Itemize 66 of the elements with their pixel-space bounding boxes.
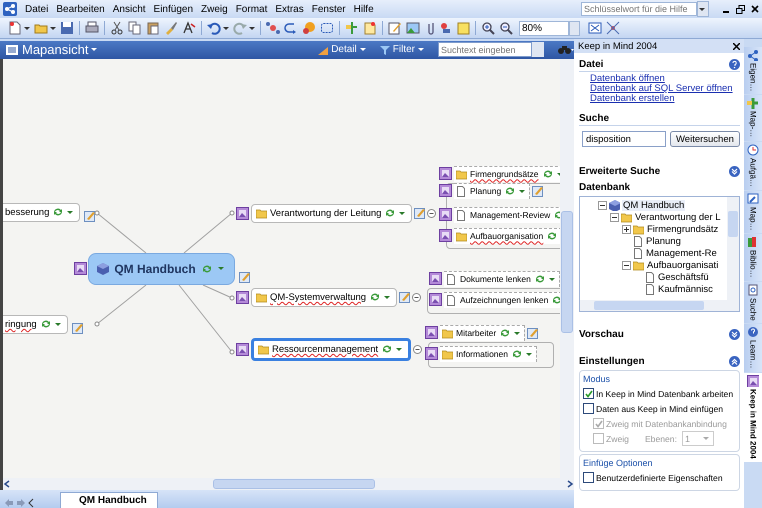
checkbox-label: Zweig mit Datenbankanbindung — [606, 418, 727, 428]
zoom-field[interactable]: 80% — [519, 20, 569, 36]
side-tab[interactable]: Aufgä… — [744, 142, 762, 190]
side-tab[interactable]: Keep in Mind 2004 — [744, 372, 762, 462]
topic-node[interactable]: Ressourcenmanagement — [251, 338, 412, 361]
checkbox-label: Zweig — [606, 434, 629, 444]
subtopic-node[interactable]: Aufzeichnungen lenken — [444, 292, 560, 308]
tree-item[interactable]: Kaufmännisc — [657, 284, 714, 294]
subtopic-node[interactable]: Dokumente lenken — [444, 270, 560, 287]
checkbox-label: In Keep in Mind Datenbank arbeiten — [596, 388, 734, 398]
subtopic-node[interactable]: Firmengrundsätze — [454, 166, 560, 182]
view-menu-button[interactable]: Mapansicht — [22, 42, 100, 58]
section-heading: Datei — [579, 59, 604, 70]
menu-item[interactable]: Bearbeiten — [52, 4, 109, 14]
side-tab[interactable]: Eigen… — [744, 47, 762, 94]
pane-title: Keep in Mind 2004 — [578, 40, 658, 52]
menu-item[interactable]: Format — [232, 4, 272, 14]
tree-item[interactable]: Firmengrundsätz — [646, 224, 720, 234]
link[interactable]: Datenbank erstellen — [590, 94, 674, 104]
menu-item[interactable]: Ansicht — [108, 4, 150, 14]
menu-item[interactable]: Fenster — [308, 4, 350, 14]
search-field[interactable]: Suchtext eingeben — [438, 42, 532, 58]
filter-button[interactable]: Filter — [380, 44, 426, 56]
tree-item[interactable]: Geschäftsfü — [657, 272, 710, 282]
menu-item[interactable]: Datei — [21, 4, 52, 14]
menu-item[interactable]: Zweig — [197, 4, 232, 14]
document-tab[interactable]: QM Handbuch — [60, 492, 158, 508]
tree-item[interactable]: Verantwortung der L — [634, 212, 722, 222]
menu-item[interactable]: Extras — [271, 4, 308, 14]
group-title: Modus — [583, 374, 612, 384]
tree-item[interactable]: Aufbauorganisati — [646, 260, 720, 270]
subtopic-node[interactable]: Management-Review — [454, 206, 560, 223]
section-heading: Suche — [579, 113, 610, 124]
search-button[interactable]: Weitersuchen — [670, 131, 740, 147]
side-tab[interactable]: Suche — [744, 282, 762, 324]
checkbox-label: Daten aus Keep in Mind einfügen — [596, 404, 724, 414]
checkbox-label: Benutzerdefinierte Eigenschaften — [596, 472, 723, 482]
side-tab[interactable]: Map… — [744, 190, 762, 234]
menu-item[interactable]: Einfügen — [150, 4, 198, 14]
subtopic-node[interactable]: Informationen — [440, 346, 537, 362]
group-title: Einfüge Optionen — [583, 458, 654, 468]
menu-item[interactable]: Hilfe — [350, 4, 378, 14]
topic-node[interactable]: QM-Systemverwaltung — [251, 288, 398, 307]
tree-item[interactable]: QM Handbuch — [622, 200, 686, 210]
search-field[interactable]: disposition — [582, 131, 666, 147]
side-tab[interactable]: Map-… — [744, 95, 762, 141]
link[interactable]: Datenbank öffnen — [590, 74, 665, 84]
subtopic-node[interactable]: Mitarbeiter — [440, 324, 526, 341]
tree-item[interactable]: Planung — [645, 236, 682, 246]
help-search-field[interactable]: Schlüsselwort für die Hilfe — [581, 2, 697, 16]
detail-button[interactable]: Detail — [318, 44, 368, 56]
subtopic-node[interactable]: Aufbauorganisation — [454, 228, 560, 244]
topic-node[interactable]: Verantwortung der Leitung — [251, 204, 412, 223]
section-heading: Einstellungen — [579, 356, 645, 367]
central-topic[interactable]: QM Handbuch — [88, 252, 235, 285]
tree-item[interactable]: Management-Re — [645, 248, 718, 258]
subtopic-node[interactable]: Planung — [454, 182, 530, 199]
link[interactable]: Datenbank auf SQL Server öffnen — [590, 84, 733, 94]
topic-node[interactable]: besserung — [3, 202, 80, 222]
topic-node[interactable]: ringung — [3, 314, 68, 334]
section-heading: Vorschau — [579, 329, 624, 340]
field-label: Ebenen: — [644, 434, 677, 444]
side-tab[interactable]: Biblio… — [744, 234, 762, 281]
section-heading: Datenbank — [579, 182, 630, 193]
side-tab[interactable]: Learn… — [744, 324, 762, 372]
section-heading: Erweiterte Suche — [579, 166, 660, 177]
